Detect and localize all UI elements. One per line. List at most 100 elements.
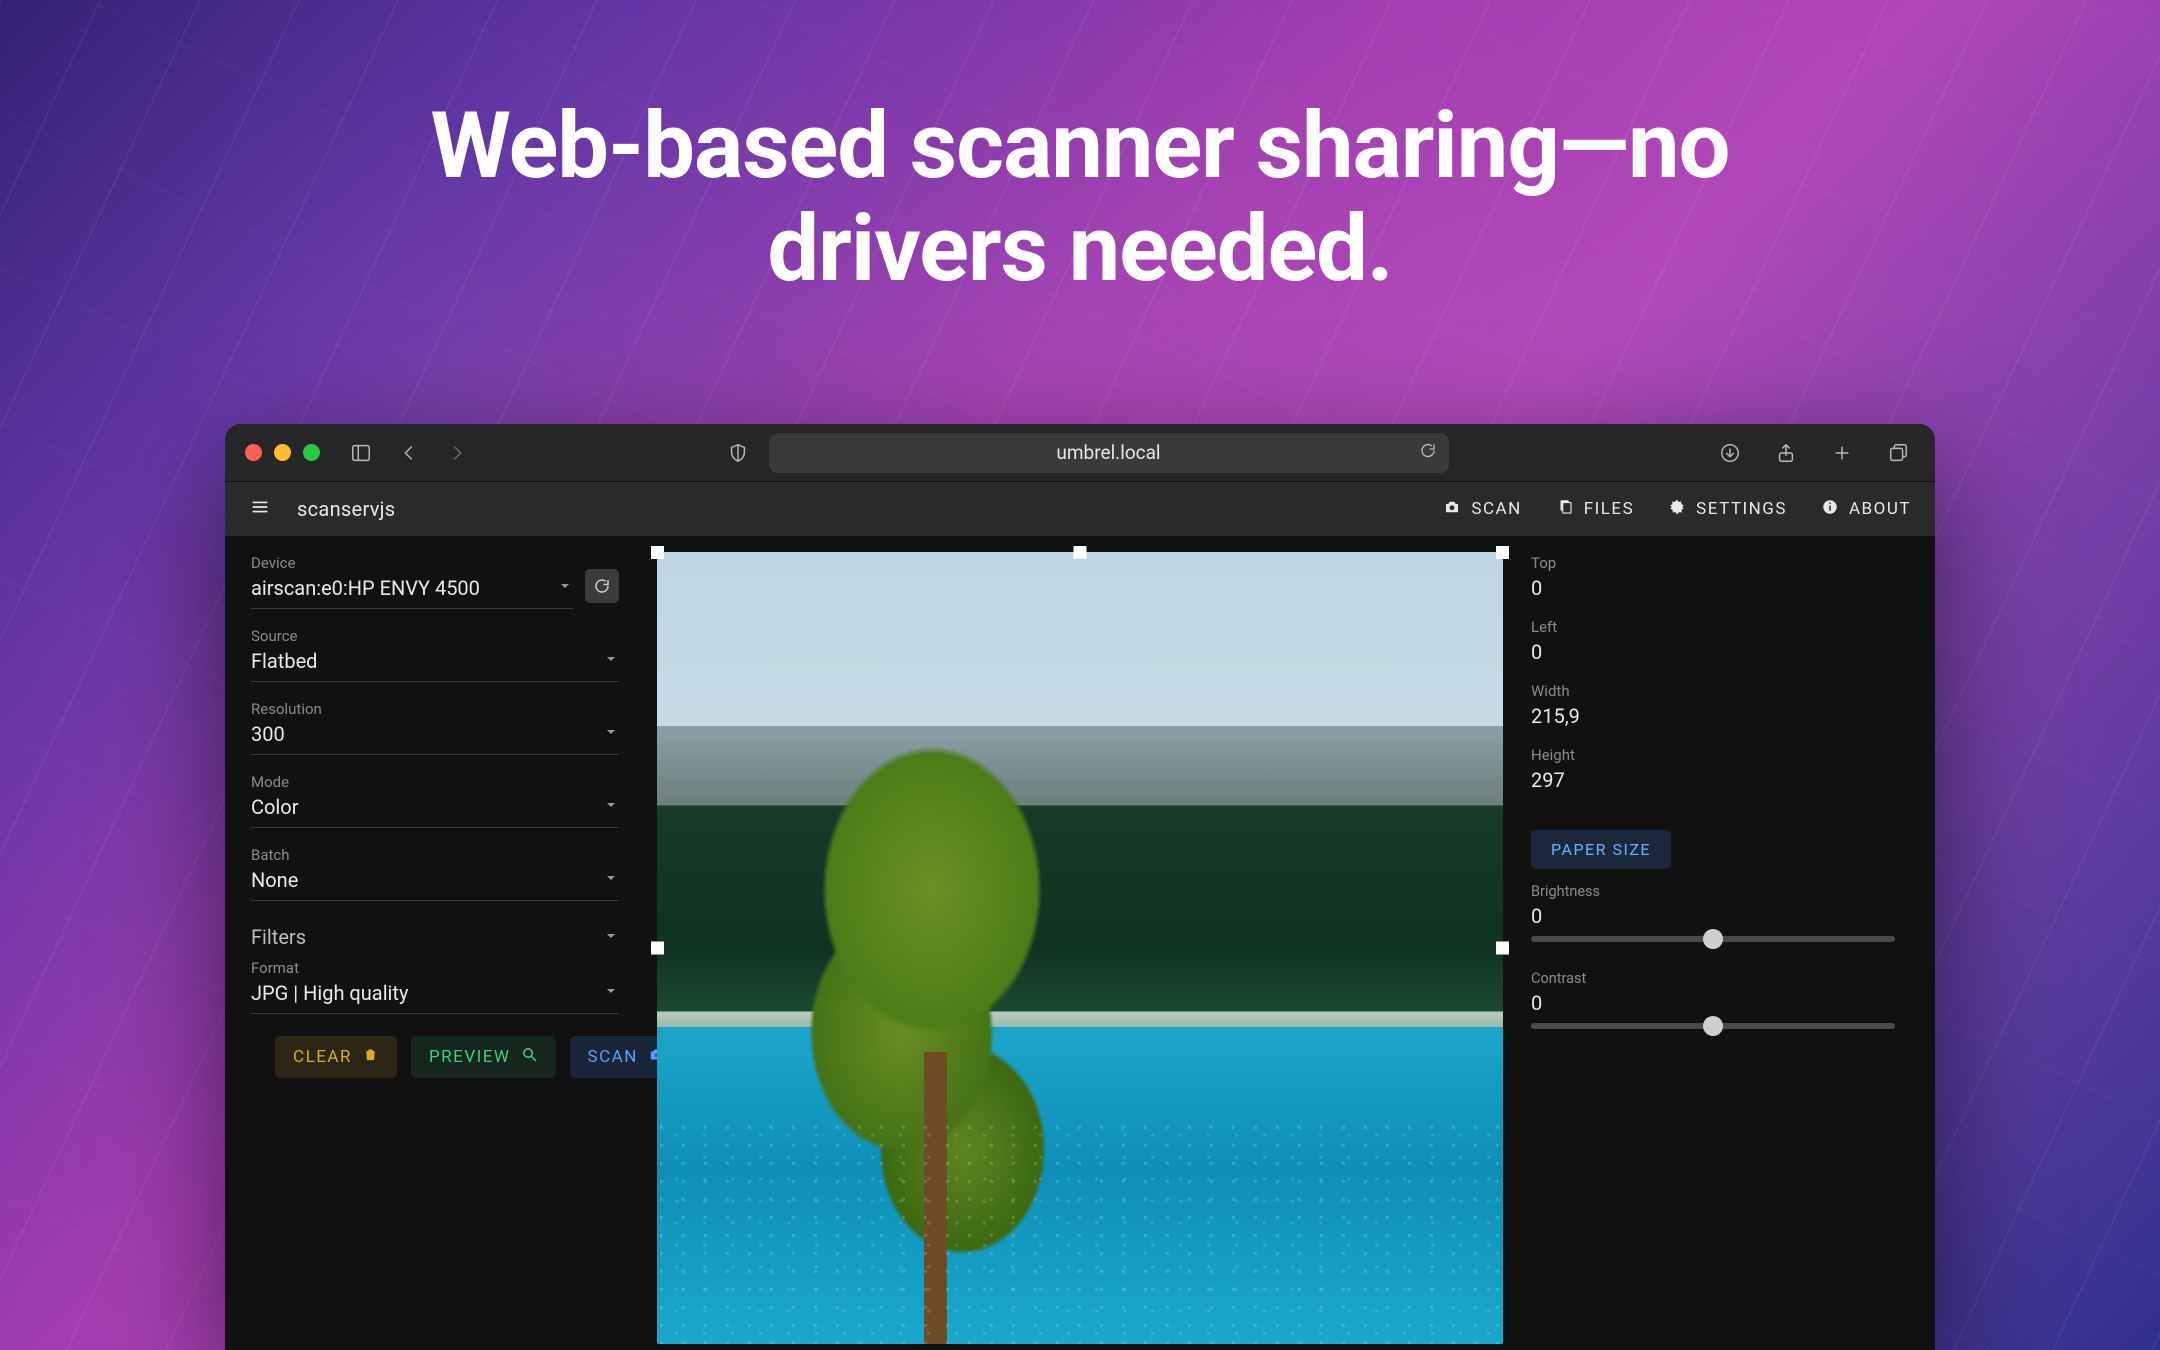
chevron-down-icon xyxy=(603,925,619,949)
mode-field[interactable]: Mode Color xyxy=(251,773,619,828)
mode-value: Color xyxy=(251,795,298,819)
trash-icon xyxy=(362,1046,379,1068)
nav-forward-icon[interactable] xyxy=(440,436,474,470)
chevron-down-icon xyxy=(603,724,619,745)
width-label: Width xyxy=(1531,682,1895,700)
chevron-down-icon xyxy=(603,870,619,891)
device-field[interactable]: Device airscan:e0:HP ENVY 4500 xyxy=(251,554,573,609)
resolution-field[interactable]: Resolution 300 xyxy=(251,700,619,755)
address-bar[interactable]: umbrel.local xyxy=(769,433,1449,473)
left-field[interactable]: Left 0 xyxy=(1531,618,1895,664)
contrast-slider[interactable] xyxy=(1531,1023,1895,1029)
nav-about[interactable]: ABOUT xyxy=(1821,498,1911,521)
new-tab-icon[interactable] xyxy=(1825,436,1859,470)
hero-line-2: drivers needed. xyxy=(767,196,1392,303)
paper-size-label: PAPER SIZE xyxy=(1551,840,1651,859)
format-label: Format xyxy=(251,959,619,977)
chevron-down-icon xyxy=(603,983,619,1004)
chevron-down-icon xyxy=(603,651,619,672)
top-value: 0 xyxy=(1531,576,1895,600)
nav-files[interactable]: FILES xyxy=(1556,498,1634,521)
preview-area[interactable] xyxy=(645,536,1515,1350)
slider-thumb[interactable] xyxy=(1703,929,1723,949)
privacy-shield-icon[interactable] xyxy=(721,436,755,470)
window-minimize-icon[interactable] xyxy=(274,444,291,461)
nav-about-label: ABOUT xyxy=(1849,499,1911,519)
clear-label: CLEAR xyxy=(293,1047,352,1067)
device-value: airscan:e0:HP ENVY 4500 xyxy=(251,576,480,600)
tab-overview-icon[interactable] xyxy=(1881,436,1915,470)
filters-label: Filters xyxy=(251,925,306,949)
resolution-label: Resolution xyxy=(251,700,619,718)
clear-button[interactable]: CLEAR xyxy=(275,1036,397,1078)
source-label: Source xyxy=(251,627,619,645)
brightness-value: 0 xyxy=(1531,904,1895,928)
files-icon xyxy=(1556,498,1574,521)
chevron-down-icon xyxy=(557,578,573,599)
magnifier-icon xyxy=(521,1046,538,1068)
refresh-devices-button[interactable] xyxy=(585,569,619,603)
crop-handle-mid-left[interactable] xyxy=(651,942,664,955)
nav-settings[interactable]: SETTINGS xyxy=(1668,498,1787,521)
slider-thumb[interactable] xyxy=(1703,1016,1723,1036)
camera-icon xyxy=(1443,498,1461,521)
device-label: Device xyxy=(251,554,573,572)
format-field[interactable]: Format JPG | High quality xyxy=(251,959,619,1014)
window-zoom-icon[interactable] xyxy=(303,444,320,461)
height-label: Height xyxy=(1531,746,1895,764)
source-field[interactable]: Source Flatbed xyxy=(251,627,619,682)
contrast-label: Contrast xyxy=(1531,970,1895,987)
nav-settings-label: SETTINGS xyxy=(1696,499,1787,519)
paper-size-button[interactable]: PAPER SIZE xyxy=(1531,830,1671,869)
crop-handle-top-mid[interactable] xyxy=(1074,546,1087,559)
preview-button[interactable]: PREVIEW xyxy=(411,1036,556,1078)
brightness-slider[interactable] xyxy=(1531,936,1895,942)
crop-handle-top-left[interactable] xyxy=(651,546,664,559)
width-field[interactable]: Width 215,9 xyxy=(1531,682,1895,728)
left-value: 0 xyxy=(1531,640,1895,664)
batch-field[interactable]: Batch None xyxy=(251,846,619,901)
source-value: Flatbed xyxy=(251,649,317,673)
hero-line-1: Web-based scanner sharing—no xyxy=(431,93,1730,200)
batch-value: None xyxy=(251,868,298,892)
reload-icon[interactable] xyxy=(1419,441,1437,464)
chevron-down-icon xyxy=(603,797,619,818)
preview-tree xyxy=(742,695,1123,1344)
window-close-icon[interactable] xyxy=(245,444,262,461)
info-icon xyxy=(1821,498,1839,521)
share-icon[interactable] xyxy=(1769,436,1803,470)
resolution-value: 300 xyxy=(251,722,285,746)
nav-back-icon[interactable] xyxy=(392,436,426,470)
window-controls xyxy=(245,444,320,461)
downloads-icon[interactable] xyxy=(1713,436,1747,470)
contrast-field: Contrast 0 xyxy=(1531,970,1895,1029)
preview-image xyxy=(657,552,1503,1344)
app-header: scanservjs SCAN FILES SETTINGS ABOUT xyxy=(225,482,1935,536)
left-label: Left xyxy=(1531,618,1895,636)
height-value: 297 xyxy=(1531,768,1895,792)
crop-handle-top-right[interactable] xyxy=(1496,546,1509,559)
brightness-label: Brightness xyxy=(1531,883,1895,900)
width-value: 215,9 xyxy=(1531,704,1895,728)
left-panel: Device airscan:e0:HP ENVY 4500 Source Fl… xyxy=(225,536,645,1350)
nav-scan[interactable]: SCAN xyxy=(1443,498,1521,521)
browser-titlebar: umbrel.local xyxy=(225,424,1935,482)
crop-handle-mid-right[interactable] xyxy=(1496,942,1509,955)
mode-label: Mode xyxy=(251,773,619,791)
preview-label: PREVIEW xyxy=(429,1047,511,1067)
nav-scan-label: SCAN xyxy=(1471,499,1521,519)
sidebar-toggle-icon[interactable] xyxy=(344,436,378,470)
brightness-field: Brightness 0 xyxy=(1531,883,1895,942)
app-title: scanservjs xyxy=(297,497,395,521)
scan-label: SCAN xyxy=(588,1047,638,1067)
gear-icon xyxy=(1668,498,1686,521)
height-field[interactable]: Height 297 xyxy=(1531,746,1895,792)
menu-icon[interactable] xyxy=(249,496,271,523)
batch-label: Batch xyxy=(251,846,619,864)
top-field[interactable]: Top 0 xyxy=(1531,554,1895,600)
address-url: umbrel.local xyxy=(1056,441,1160,464)
filters-field[interactable]: Filters xyxy=(251,925,619,949)
top-label: Top xyxy=(1531,554,1895,572)
right-panel: Top 0 Left 0 Width 215,9 Height 297 PAPE… xyxy=(1515,536,1935,1350)
nav-files-label: FILES xyxy=(1584,499,1634,519)
